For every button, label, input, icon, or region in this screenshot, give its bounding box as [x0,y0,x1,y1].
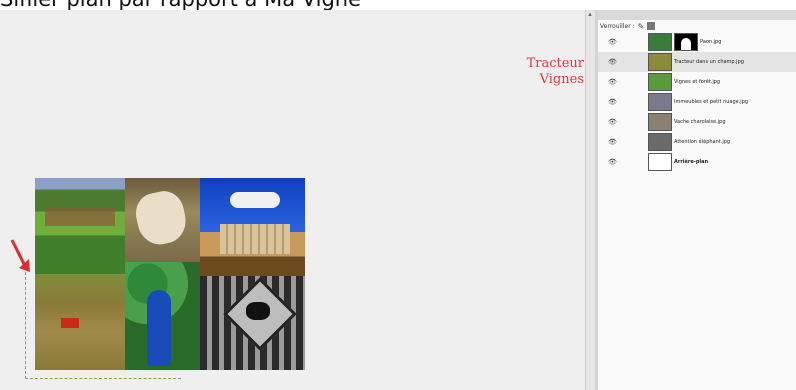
eye-icon[interactable]: 👁 [608,118,617,126]
eye-icon[interactable]: 👁 [608,98,617,106]
layer-thumbnail [648,113,672,131]
eye-icon[interactable]: 👁 [608,38,617,46]
house-shape [45,208,115,226]
cow-image [125,178,200,262]
canvas-text-vignes: Vignes [539,72,584,87]
elephant-icon [246,302,270,320]
buildings-image [200,178,305,276]
cow-head [132,187,190,249]
scroll-up-icon[interactable]: ▴ [586,10,594,18]
lock-alpha-icon[interactable] [647,22,656,30]
vineyard-image [35,178,125,274]
eye-icon[interactable]: 👁 [608,158,617,166]
lock-label: Verrouiller : [600,22,635,30]
layer-row[interactable]: 👁 Vache charolaise.jpg [598,112,796,132]
layer-mask-thumbnail[interactable] [674,33,698,51]
cloud-shape [230,192,280,208]
layer-row[interactable]: 👁 Paon.jpg [598,32,796,52]
eye-icon[interactable]: 👁 [608,78,617,86]
lock-pixels-icon[interactable]: ✎ [638,22,645,31]
layer-row[interactable]: 👁 Tracteur dans un champ.jpg [598,52,796,72]
eye-icon[interactable]: 👁 [608,58,617,66]
layer-row[interactable]: 👁 Immeubles et petit nuage.jpg [598,92,796,112]
building-block [220,224,290,254]
layers-toolbar: Verrouiller : ✎ [600,20,656,32]
layer-name: Vache charolaise.jpg [674,119,726,125]
red-arrow-icon [10,239,30,272]
layer-row[interactable]: 👁 Attention éléphant.jpg [598,132,796,152]
layer-name: Paon.jpg [700,39,722,45]
canvas-text-tracteur: Tracteur [526,56,584,71]
selection-marquee [25,272,181,379]
layer-row[interactable]: 👁 Arrière-plan [598,152,796,172]
layer-row[interactable]: 👁 Vignes et forêt.jpg [598,72,796,92]
layer-thumbnail [648,53,672,71]
layer-name: Tracteur dans un champ.jpg [674,59,744,65]
elephant-sign-image [200,276,305,370]
layer-thumbnail [648,153,672,171]
layers-panel-header [598,10,796,20]
layer-thumbnail [648,33,672,51]
eye-icon[interactable]: 👁 [608,138,617,146]
layer-thumbnail [648,93,672,111]
layers-list: 👁 Paon.jpg 👁 Tracteur dans un champ.jpg … [598,32,796,172]
layer-thumbnail [648,133,672,151]
layer-thumbnail [648,73,672,91]
layer-name: Attention éléphant.jpg [674,139,731,145]
layer-name: Arrière-plan [674,159,709,165]
layer-name: Immeubles et petit nuage.jpg [674,99,749,105]
layer-name: Vignes et forêt.jpg [674,79,721,85]
